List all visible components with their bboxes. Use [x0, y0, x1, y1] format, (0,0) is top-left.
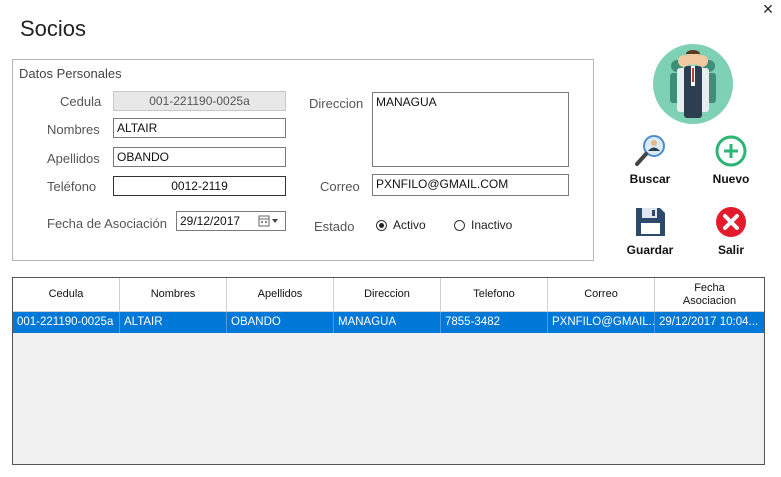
correo-field[interactable]: PXNFILO@GMAIL.COM [372, 174, 569, 196]
telefono-field[interactable]: 0012-2119 [113, 176, 286, 196]
telefono-label: Teléfono [47, 179, 97, 194]
socios-grid[interactable]: Cedula Nombres Apellidos Direccion Telef… [12, 277, 765, 465]
apellidos-field[interactable]: OBANDO [113, 147, 286, 167]
close-icon[interactable]: × [760, 0, 776, 20]
cell-fecha-asociacion[interactable]: 29/12/2017 10:04... [655, 312, 764, 333]
search-user-icon [635, 135, 665, 166]
column-header-fecha-asociacion[interactable]: Fecha Asociacion [655, 278, 764, 311]
guardar-label: Guardar [626, 243, 674, 257]
fecha-value: 29/12/2017 [180, 214, 241, 228]
estado-label: Estado [314, 219, 355, 234]
nuevo-button[interactable]: Nuevo [701, 134, 761, 186]
inactivo-label: Inactivo [471, 218, 513, 232]
column-header-direccion[interactable]: Direccion [334, 278, 441, 311]
cell-correo[interactable]: PXNFILO@GMAIL... [548, 312, 655, 333]
cedula-label: Cedula [60, 94, 102, 109]
table-row[interactable]: 001-221190-0025a ALTAIR OBANDO MANAGUA 7… [13, 312, 764, 333]
column-header-apellidos[interactable]: Apellidos [227, 278, 334, 311]
column-header-nombres[interactable]: Nombres [120, 278, 227, 311]
calendar-dropdown-icon[interactable] [258, 214, 282, 228]
nombres-field[interactable]: ALTAIR [113, 118, 286, 138]
radio-indicator-checked [376, 219, 387, 231]
cell-telefono[interactable]: 7855-3482 [441, 312, 548, 333]
grid-header: Cedula Nombres Apellidos Direccion Telef… [13, 278, 764, 312]
cell-cedula[interactable]: 001-221190-0025a [13, 312, 120, 333]
radio-indicator [454, 219, 465, 231]
cell-direccion[interactable]: MANAGUA [334, 312, 441, 333]
cell-apellidos[interactable]: OBANDO [227, 312, 334, 333]
column-header-telefono[interactable]: Telefono [441, 278, 548, 311]
nuevo-label: Nuevo [712, 172, 750, 186]
floppy-disk-icon [636, 208, 665, 236]
plus-circle-icon [715, 135, 747, 167]
salir-button[interactable]: Salir [701, 205, 761, 257]
direccion-textarea[interactable]: MANAGUA [372, 92, 569, 167]
direccion-label: Direccion [309, 96, 364, 111]
salir-label: Salir [717, 243, 744, 257]
apellidos-label: Apellidos [47, 151, 100, 166]
window-title: Socios [20, 16, 87, 41]
cedula-field[interactable]: 001-221190-0025a [113, 91, 286, 111]
group-title: Datos Personales [19, 66, 122, 81]
close-circle-icon [716, 207, 746, 237]
column-header-cedula[interactable]: Cedula [13, 278, 120, 311]
activo-label: Activo [393, 218, 426, 232]
buscar-button[interactable]: Buscar [620, 134, 680, 186]
buscar-label: Buscar [629, 172, 671, 186]
correo-label: Correo [320, 179, 360, 194]
estado-activo-radio[interactable]: Activo [376, 218, 426, 232]
cell-nombres[interactable]: ALTAIR [120, 312, 227, 333]
estado-inactivo-radio[interactable]: Inactivo [454, 218, 512, 232]
guardar-button[interactable]: Guardar [620, 205, 680, 257]
fecha-asociacion-label: Fecha de Asociación [47, 216, 167, 231]
fecha-asociacion-picker[interactable]: 29/12/2017 [176, 211, 286, 231]
people-icon [653, 44, 733, 124]
nombres-label: Nombres [47, 122, 100, 137]
column-header-correo[interactable]: Correo [548, 278, 655, 311]
